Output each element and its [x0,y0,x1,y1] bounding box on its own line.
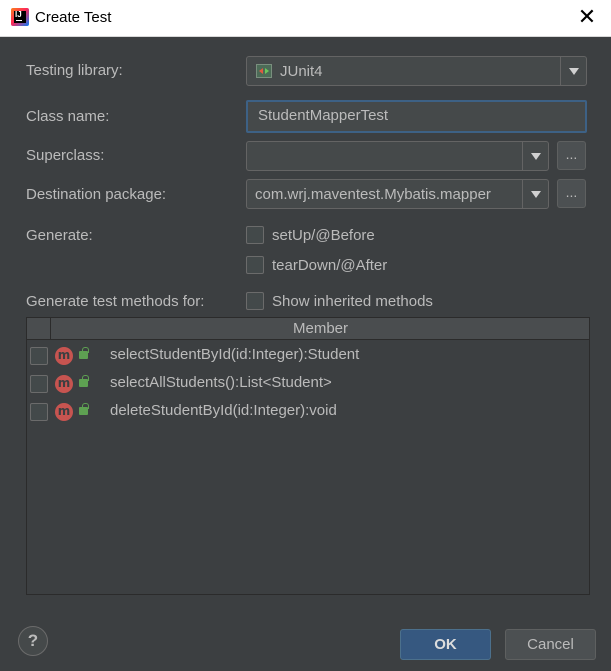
ok-button[interactable]: OK [400,629,491,660]
chevron-down-icon[interactable] [524,180,548,208]
destination-package-browse-button[interactable]: ... [557,179,586,208]
generate-label: Generate: [26,227,93,244]
member-column-header[interactable]: Member [52,320,589,337]
junit-icon [256,64,272,78]
chevron-down-icon[interactable] [524,142,548,170]
destination-package-value: com.wrj.maventest.Mybatis.mapper [255,186,491,203]
help-button[interactable]: ? [18,626,48,656]
testing-library-value: JUnit4 [280,63,323,80]
lock-icon [79,375,89,387]
superclass-browse-button[interactable]: ... [557,141,586,170]
destination-package-label: Destination package: [26,186,167,203]
row-checkbox[interactable] [30,347,48,365]
teardown-checkbox[interactable] [246,256,264,274]
method-icon: m [55,375,73,393]
cancel-button[interactable]: Cancel [505,629,596,660]
table-row[interactable]: m selectStudentById(id:Integer):Student [27,342,589,370]
testing-library-label: Testing library: [26,62,123,79]
show-inherited-checkbox-label[interactable]: Show inherited methods [272,293,433,310]
superclass-label: Superclass: [26,147,105,164]
table-row[interactable]: m selectAllStudents():List<Student> [27,370,589,398]
members-table: Member m selectStudentById(id:Integer):S… [26,317,590,595]
select-all-column-header[interactable] [27,318,51,339]
generate-methods-label: Generate test methods for: [26,293,205,310]
class-name-label: Class name: [26,108,110,125]
method-icon: m [55,347,73,365]
row-checkbox[interactable] [30,403,48,421]
teardown-checkbox-label[interactable]: tearDown/@After [272,257,387,274]
lock-icon [79,403,89,415]
destination-package-select[interactable]: com.wrj.maventest.Mybatis.mapper [246,179,549,209]
testing-library-select[interactable]: JUnit4 [246,56,587,86]
chevron-down-icon[interactable] [562,57,586,85]
table-header: Member [27,318,589,340]
class-name-field[interactable] [258,107,578,124]
title-bar: Create Test ✕ [0,0,611,37]
setup-checkbox[interactable] [246,226,264,244]
row-checkbox[interactable] [30,375,48,393]
method-signature: deleteStudentById(id:Integer):void [110,402,337,419]
class-name-field-wrapper [246,100,587,133]
show-inherited-checkbox[interactable] [246,292,264,310]
method-signature: selectStudentById(id:Integer):Student [110,346,360,363]
close-icon[interactable]: ✕ [573,4,601,32]
superclass-select[interactable] [246,141,549,171]
method-signature: selectAllStudents():List<Student> [110,374,332,391]
setup-checkbox-label[interactable]: setUp/@Before [272,227,375,244]
intellij-app-icon [11,8,29,26]
table-row[interactable]: m deleteStudentById(id:Integer):void [27,398,589,426]
lock-icon [79,347,89,359]
window-title: Create Test [35,9,112,26]
method-icon: m [55,403,73,421]
